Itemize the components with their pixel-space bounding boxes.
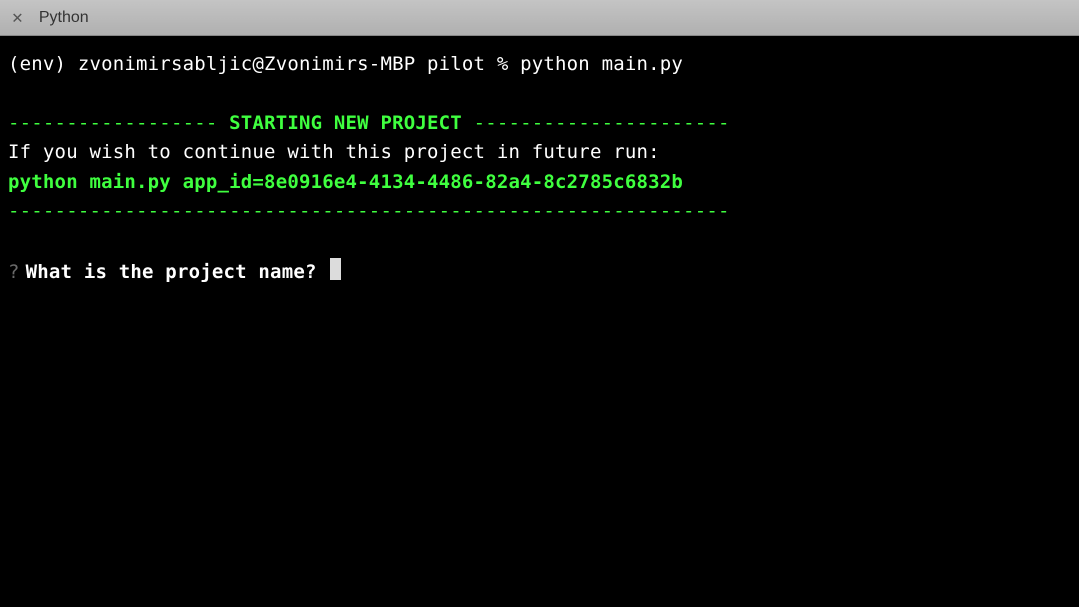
section-footer-dashes: ----------------------------------------… <box>8 197 1071 226</box>
continue-command: python main.py app_id=8e0916e4-4134-4486… <box>8 168 1071 197</box>
blank-line <box>8 79 1071 108</box>
window-title: Python <box>39 9 89 27</box>
question-text: What is the project name? <box>26 258 317 287</box>
text-cursor[interactable] <box>330 258 341 280</box>
close-icon[interactable]: ✕ <box>12 9 23 27</box>
dashes-right: ---------------------- <box>474 112 730 134</box>
window-titlebar: ✕ Python <box>0 0 1079 36</box>
continue-message: If you wish to continue with this projec… <box>8 138 1071 167</box>
header-title: STARTING NEW PROJECT <box>218 112 474 134</box>
input-prompt-line: ? What is the project name? <box>8 256 1071 287</box>
section-header: ------------------ STARTING NEW PROJECT … <box>8 109 1071 138</box>
terminal-area[interactable]: (env) zvonimirsabljic@Zvonimirs-MBP pilo… <box>0 36 1079 607</box>
blank-line <box>8 227 1071 256</box>
question-mark-icon: ? <box>8 258 20 287</box>
dashes-left: ------------------ <box>8 112 218 134</box>
shell-prompt-line: (env) zvonimirsabljic@Zvonimirs-MBP pilo… <box>8 50 1071 79</box>
